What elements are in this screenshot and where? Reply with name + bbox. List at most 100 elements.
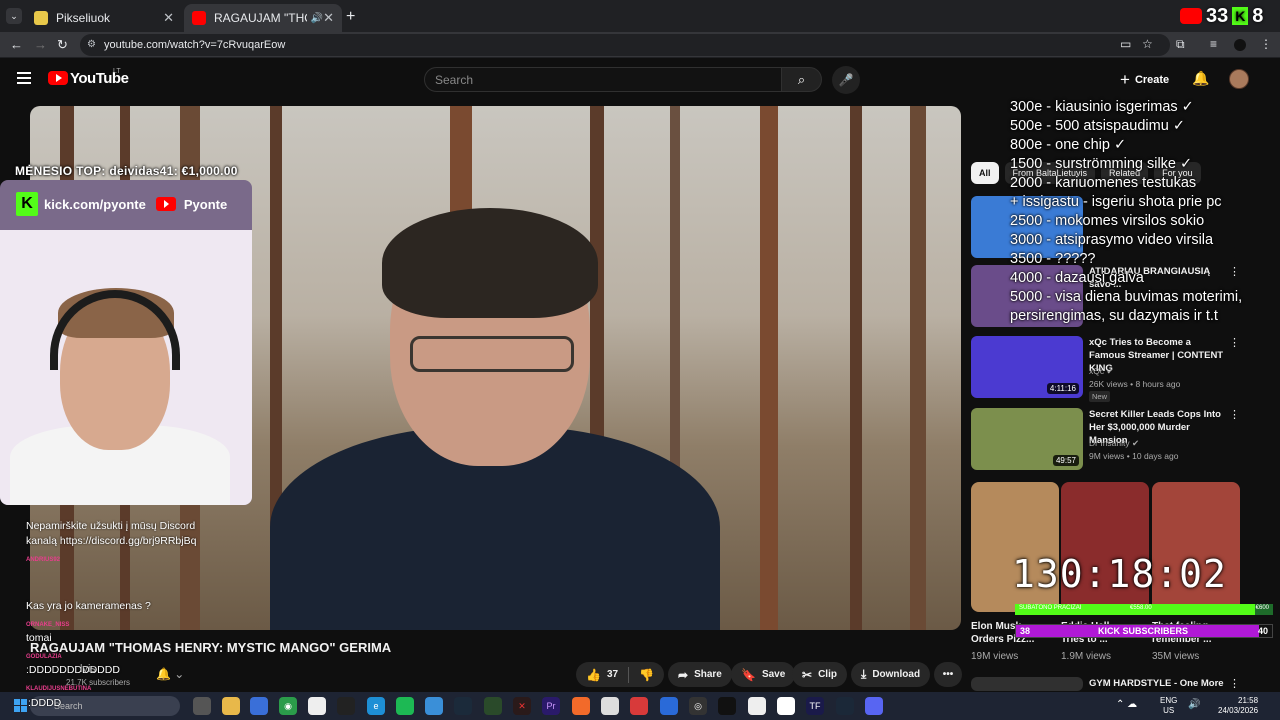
app-icon[interactable]: [777, 697, 795, 715]
browser-tab-youtube[interactable]: RAGAUJAM "THOMAS HEN 🔊 ✕: [184, 4, 342, 32]
store-icon[interactable]: [250, 697, 268, 715]
browser-menu-icon[interactable]: ⋮: [1260, 37, 1272, 51]
user-avatar[interactable]: [1229, 69, 1249, 89]
edge-icon[interactable]: e: [367, 697, 385, 715]
subscription-bell-icon[interactable]: 🔔 ⌄: [156, 667, 184, 681]
back-arrow-icon[interactable]: ←: [10, 37, 23, 52]
subs-count: 38: [1020, 626, 1031, 636]
discord-icon[interactable]: [865, 697, 883, 715]
app-icon[interactable]: [337, 697, 355, 715]
video-duration: 49:57: [1052, 455, 1079, 466]
youtube-icon: [1180, 8, 1202, 24]
app-icon[interactable]: [601, 697, 619, 715]
hamburger-menu-icon[interactable]: [17, 72, 31, 84]
dislike-button[interactable]: 👎: [629, 662, 664, 687]
chip-all[interactable]: All: [971, 162, 999, 184]
save-button[interactable]: 🔖 Save: [731, 662, 796, 687]
steam-icon[interactable]: [836, 697, 854, 715]
scissors-icon: ✂: [802, 667, 813, 682]
recommendation-channel[interactable]: xQc ✔: [1089, 366, 1114, 377]
system-tray-icons[interactable]: ⌃ ☁: [1116, 699, 1137, 710]
more-vertical-icon[interactable]: ⋮: [1229, 408, 1240, 421]
task-view-icon[interactable]: [193, 697, 211, 715]
site-info-icon[interactable]: ⚙: [87, 34, 96, 56]
media-control-icon[interactable]: ≡: [1210, 37, 1217, 51]
recommendation-item[interactable]: 49:57 Secret Killer Leads Cops Into Her …: [971, 408, 1246, 472]
kick-icon: K: [16, 192, 38, 216]
app-icon[interactable]: [660, 697, 678, 715]
donation-goal-item: 1500 - surströmming silke ✓: [1010, 156, 1193, 172]
channel-name[interactable]: Dr Insanity: [1089, 438, 1130, 448]
donation-goal-item: 800e - one chip ✓: [1010, 137, 1127, 153]
search-input[interactable]: Search: [424, 67, 782, 92]
brave-icon[interactable]: [572, 697, 590, 715]
clock-time: 21:58: [1238, 696, 1259, 705]
close-tab-icon[interactable]: ✕: [323, 10, 334, 26]
app-icon[interactable]: [484, 697, 502, 715]
new-tab-button[interactable]: +: [346, 8, 355, 26]
video-thumbnail[interactable]: 49:57: [971, 408, 1083, 470]
create-button[interactable]: + Create: [1120, 68, 1169, 92]
like-button[interactable]: 👍 37: [576, 662, 628, 687]
cast-icon[interactable]: ▭: [1120, 37, 1131, 51]
recommendation-item[interactable]: GYM HARDSTYLE - One More ⋮: [971, 677, 1246, 691]
extensions-icon[interactable]: ⧉: [1176, 37, 1185, 52]
share-button[interactable]: ➦ Share: [668, 662, 732, 687]
save-label: Save: [761, 669, 786, 680]
video-duration: 4:11:16: [1046, 383, 1079, 394]
more-vertical-icon[interactable]: ⋮: [1229, 677, 1240, 690]
microphone-icon: 🎤: [838, 73, 854, 87]
app-icon[interactable]: [748, 697, 766, 715]
share-icon: ➦: [678, 667, 689, 682]
forward-arrow-icon[interactable]: →: [34, 37, 47, 52]
obs-icon[interactable]: ◎: [689, 697, 707, 715]
spotify-icon[interactable]: [396, 697, 414, 715]
like-dislike-group: 👍 37 👎: [576, 662, 664, 687]
browser-tab-pikseliuok[interactable]: Pikseliuok ✕: [26, 4, 182, 32]
volume-icon[interactable]: 🔊: [1188, 699, 1200, 710]
voice-search-button[interactable]: 🎤: [832, 66, 860, 94]
donation-goal-item: 2000 - kariuomenes testukas: [1010, 175, 1197, 191]
video-thumbnail[interactable]: 4:11:16: [971, 336, 1083, 398]
speaker-icon[interactable]: 🔊: [311, 13, 323, 24]
reload-icon[interactable]: ↻: [57, 37, 68, 53]
recommendation-channel[interactable]: Dr Insanity ✔: [1089, 438, 1139, 449]
notifications-bell-icon[interactable]: 🔔: [1192, 70, 1209, 87]
recommendation-item[interactable]: 4:11:16 xQc Tries to Become a Famous Str…: [971, 336, 1246, 402]
bookmark-star-icon[interactable]: ☆: [1142, 37, 1153, 51]
donation-goal-item: 3500 - ?????: [1010, 251, 1096, 267]
tab-favicon-icon: [34, 11, 48, 25]
app-icon[interactable]: ✕: [513, 697, 531, 715]
more-vertical-icon[interactable]: ⋮: [1229, 336, 1240, 349]
youtube-logo-icon[interactable]: [48, 71, 68, 85]
download-button[interactable]: ⤓ Download: [851, 662, 931, 687]
search-button[interactable]: ⌕: [781, 67, 822, 92]
chat-username: ORNAKE_NISS: [26, 622, 70, 628]
plus-icon: +: [1120, 70, 1130, 89]
clip-button[interactable]: ✂ Clip: [792, 662, 847, 687]
channel-name[interactable]: lvis: [80, 663, 96, 675]
recommendation-title[interactable]: GYM HARDSTYLE - One More: [1089, 677, 1229, 690]
taskbar-clock[interactable]: 21:58 24/03/2026: [1218, 696, 1258, 716]
terminal-icon[interactable]: [718, 697, 736, 715]
close-tab-icon[interactable]: ✕: [163, 10, 174, 26]
more-actions-button[interactable]: •••: [934, 662, 962, 687]
app-icon[interactable]: [454, 697, 472, 715]
app-icon[interactable]: [630, 697, 648, 715]
photos-icon[interactable]: [425, 697, 443, 715]
file-explorer-icon[interactable]: [222, 697, 240, 715]
video-thumbnail[interactable]: [971, 677, 1083, 691]
address-bar[interactable]: ⚙ youtube.com/watch?v=7cRvuqarEow: [80, 34, 1170, 56]
share-label: Share: [694, 669, 722, 680]
premiere-icon[interactable]: Pr: [542, 697, 560, 715]
notepad-icon[interactable]: [308, 697, 326, 715]
channel-name[interactable]: xQc: [1089, 366, 1104, 376]
app-icon[interactable]: TF: [806, 697, 824, 715]
chrome-icon[interactable]: ◉: [279, 697, 297, 715]
thumbs-up-icon: 👍: [586, 667, 601, 682]
donation-goal-item: 300e - kiausinio isgerimas ✓: [1010, 99, 1194, 115]
profile-icon[interactable]: [1234, 39, 1246, 51]
input-language[interactable]: ENG US: [1160, 696, 1177, 716]
tab-list-chevron-icon[interactable]: ⌄: [6, 8, 22, 24]
windows-start-icon[interactable]: [14, 699, 27, 712]
